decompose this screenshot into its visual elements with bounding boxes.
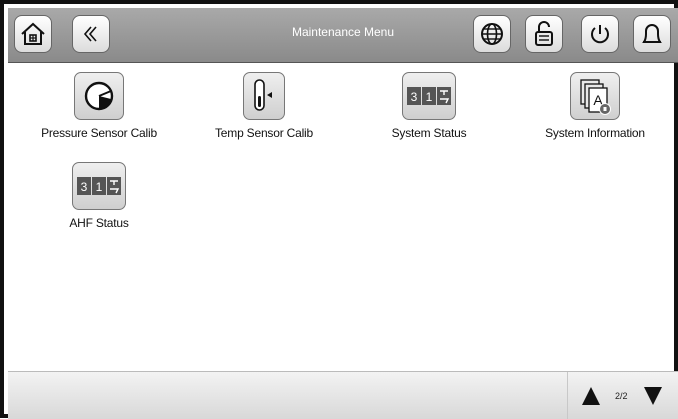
tile-label: System Status [391,126,467,140]
screen-frame: Maintenance Menu Pressure Sensor Calib T… [0,0,678,419]
thermometer-icon [254,79,272,111]
back-button[interactable] [72,15,110,53]
language-button[interactable] [473,15,511,53]
counter-digit: 3 [411,90,418,104]
alarm-button[interactable] [633,15,671,53]
gauge-icon [84,81,114,111]
counter-digit: 1 [426,90,433,104]
tile-system-information[interactable]: A System Information [520,72,670,140]
power-button[interactable] [581,15,619,53]
counter-icon: 3 1 [407,87,451,105]
tile-system-status[interactable]: 3 1 System Status [354,72,504,140]
tile-label: Temp Sensor Calib [215,126,313,140]
tile-temp-sensor-calib[interactable]: Temp Sensor Calib [189,72,339,140]
globe-icon [481,23,503,45]
tile-label: System Information [545,126,645,140]
counter-digit: 1 [96,180,103,194]
tile-label: AHF Status [69,216,129,230]
page-title: Maintenance Menu [291,25,395,39]
header-bar: Maintenance Menu [8,8,678,63]
footer-bar: 2/2 [8,371,678,419]
back-icon [83,26,97,42]
counter-digit: 3 [81,180,88,194]
lock-button[interactable] [525,15,563,53]
tile-icon-box: A [570,72,620,120]
tile-pressure-sensor-calib[interactable]: Pressure Sensor Calib [24,72,174,140]
pager: 2/2 [567,372,678,419]
home-icon [21,22,45,45]
counter-icon: 3 1 [77,177,121,195]
page-up-button[interactable] [582,387,600,405]
bell-icon [642,24,662,43]
page-indicator: 2/2 [615,391,628,401]
tile-icon-box: 3 1 [72,162,126,210]
tile-icon-box [243,72,285,120]
home-button[interactable] [14,15,52,53]
tile-ahf-status[interactable]: 3 1 AHF Status [24,162,174,230]
power-icon [591,25,609,44]
document-info-icon: A [580,79,611,115]
page-down-button[interactable] [644,387,662,405]
unlock-icon [535,21,553,46]
tile-icon-box [74,72,124,120]
tile-icon-box: 3 1 [402,72,456,120]
tile-label: Pressure Sensor Calib [41,126,157,140]
